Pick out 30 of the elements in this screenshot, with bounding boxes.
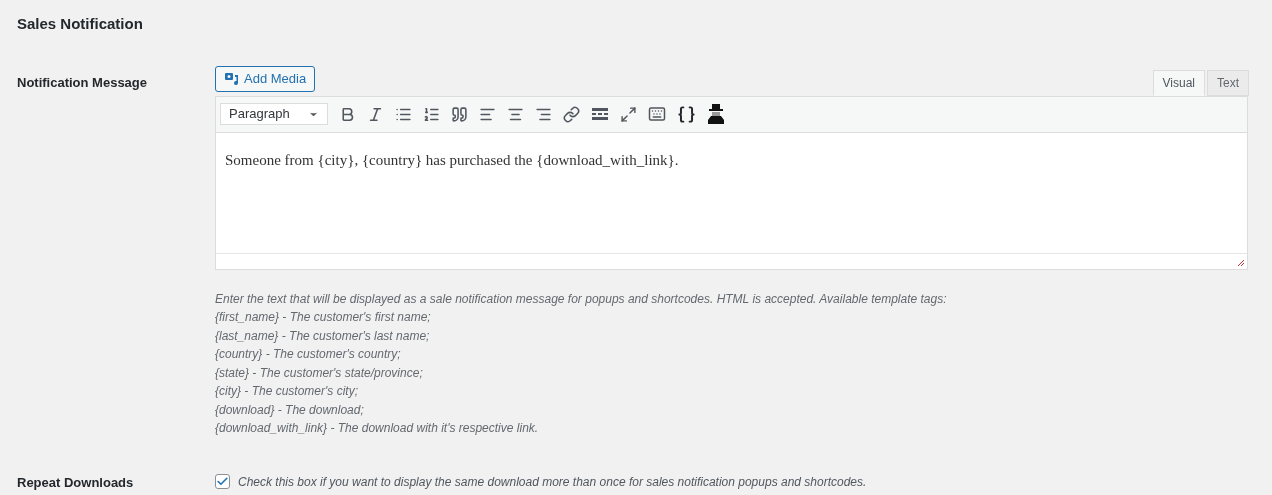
field-label: Repeat Downloads: [17, 474, 134, 490]
resize-handle-icon[interactable]: [1237, 258, 1245, 267]
read-more-icon[interactable]: [591, 107, 609, 121]
section-title: Sales Notification: [17, 14, 144, 34]
keyboard-icon[interactable]: [648, 105, 666, 123]
italic-icon[interactable]: [367, 105, 384, 123]
bold-icon[interactable]: [339, 105, 356, 123]
help-text: Enter the text that will be displayed as a sale notification message for popups and shortcodes. HTML is accepted. Available template tags:: [215, 291, 947, 306]
quote-icon[interactable]: [451, 105, 468, 123]
checkbox[interactable]: [215, 474, 230, 489]
braces-icon[interactable]: [677, 104, 696, 124]
add-media-button[interactable]: Add Media: [215, 65, 316, 92]
help-text: {city} - The customer's city;: [215, 384, 358, 398]
editor-tab[interactable]: Visual: [1152, 69, 1205, 96]
help-text: {download} - The download;: [215, 402, 364, 417]
format-select[interactable]: Paragraph: [220, 103, 328, 125]
numbered-list-icon[interactable]: [423, 105, 440, 123]
checkbox-label: Check this box if you want to display the same download more than once for sales notification popups and shortcodes.: [238, 473, 867, 491]
media-icon: [224, 70, 240, 87]
fullscreen-icon[interactable]: [620, 105, 637, 123]
hat-figure-icon[interactable]: [707, 104, 725, 124]
help-text: {first_name} - The customer's first name;: [215, 310, 431, 324]
link-icon[interactable]: [563, 105, 580, 123]
help-text: {state} - The customer's state/province;: [215, 365, 423, 380]
editor-text[interactable]: Someone from {city}, {country} has purchased the {download_with_link}.: [225, 151, 679, 168]
editor-tab[interactable]: Text: [1207, 69, 1249, 96]
field-label: Notification Message: [17, 74, 148, 90]
help-text: {last_name} - The customer's last name;: [215, 328, 430, 343]
help-text: {download_with_link} - The download with it's respective link.: [215, 421, 539, 435]
help-text: {country} - The customer's country;: [215, 347, 401, 361]
